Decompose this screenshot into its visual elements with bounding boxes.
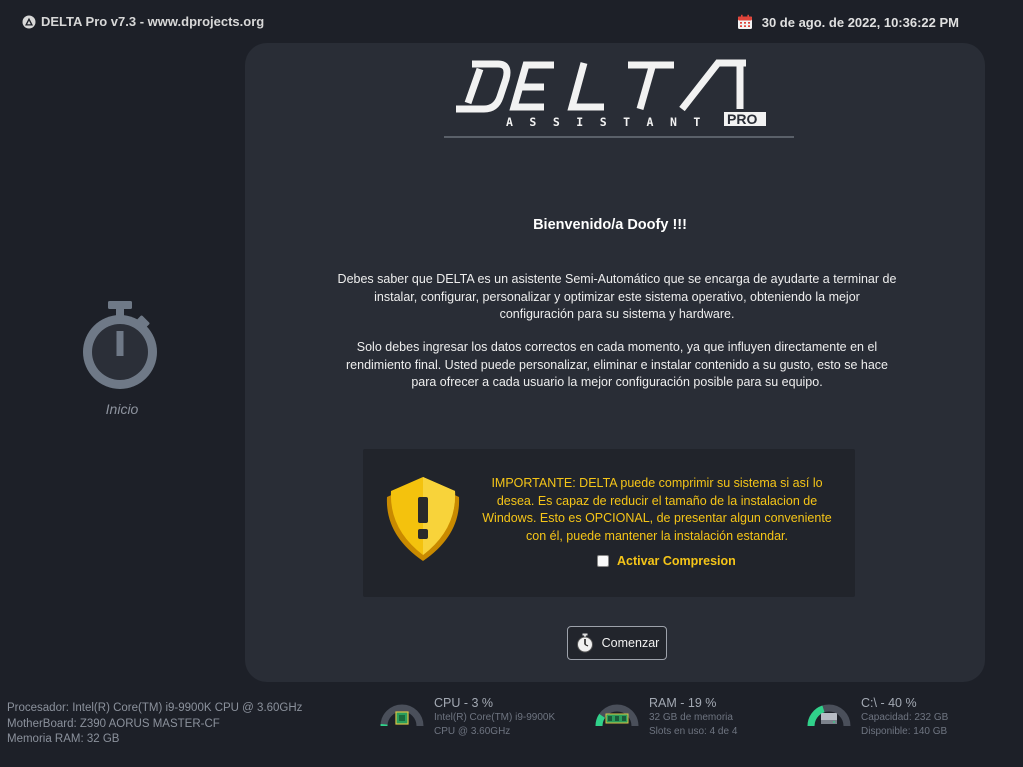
start-button-label: Comenzar <box>601 636 660 650</box>
calendar-icon <box>737 14 752 29</box>
motherboard-info: MotherBoard: Z390 AORUS MASTER-CF <box>7 717 220 730</box>
cpu-gauge-block: CPU - 3 % Intel(R) Core(TM) i9-9900K CPU… <box>378 696 555 738</box>
disk-gauge-line1: Capacidad: 232 GB <box>861 712 949 723</box>
stopwatch-icon <box>83 301 157 389</box>
welcome-heading: Bienvenido/a Doofy !!! <box>533 217 687 233</box>
cpu-gauge <box>378 696 426 736</box>
delta-assistant-pro-logo: ASSISTANT PRO <box>444 59 794 138</box>
processor-info: Procesador: Intel(R) Core(TM) i9-9900K C… <box>7 702 303 714</box>
hard-drive-icon <box>821 713 837 724</box>
compression-checkbox[interactable] <box>597 555 609 567</box>
sidebar-item-label: Inicio <box>105 401 139 417</box>
disk-gauge-title: C:\ - 40 % <box>861 696 917 710</box>
warning-shield-icon <box>386 477 460 561</box>
compression-warning-box: IMPORTANTE: DELTA puede comprimir su sis… <box>363 449 855 597</box>
logo-sub-text: ASSISTANT <box>506 115 717 129</box>
delta-logo-icon <box>22 15 36 28</box>
ram-gauge-line2: Slots en uso: 4 de 4 <box>649 725 738 737</box>
cpu-gauge-title: CPU - 3 % <box>434 696 494 710</box>
disk-gauge <box>805 696 853 736</box>
disk-gauge-block: C:\ - 40 % Capacidad: 232 GB Disponible:… <box>805 696 948 738</box>
system-status-bar: Procesador: Intel(R) Core(TM) i9-9900K C… <box>0 690 1023 767</box>
warning-text: IMPORTANTE: DELTA puede comprimir su sis… <box>482 476 832 543</box>
start-button[interactable]: Comenzar <box>567 626 667 660</box>
ram-module-icon <box>605 713 629 724</box>
intro-paragraph: Debes saber que DELTA es un asistente Se… <box>337 272 897 321</box>
ram-gauge-title: RAM - 19 % <box>649 696 717 710</box>
disk-gauge-line2: Disponible: 140 GB <box>861 725 948 737</box>
app-title-text: DELTA Pro v7.3 - www.dprojects.org <box>41 14 265 29</box>
info-paragraph: Solo debes ingresar los datos correctos … <box>346 340 888 389</box>
compression-toggle[interactable]: Activar Compresion <box>597 554 736 568</box>
logo-badge-text: PRO <box>727 111 757 127</box>
stopwatch-icon <box>576 633 593 653</box>
cpu-gauge-line1: Intel(R) Core(TM) i9-9900K <box>434 712 556 723</box>
cpu-gauge-line2: CPU @ 3.60GHz <box>434 725 511 737</box>
cpu-chip-icon <box>395 711 409 725</box>
ram-gauge-block: RAM - 19 % 32 GB de memoria Slots en uso… <box>593 696 737 738</box>
datetime-text: 30 de ago. de 2022, 10:36:22 PM <box>761 14 959 30</box>
ram-gauge <box>593 696 641 736</box>
main-panel: ASSISTANT PRO Bienvenido/a Doofy !!! Deb… <box>245 43 985 682</box>
datetime-display: 30 de ago. de 2022, 10:36:22 PM <box>737 14 959 30</box>
compression-checkbox-label[interactable]: Activar Compresion <box>617 554 736 568</box>
sidebar: Inicio <box>0 42 244 682</box>
title-bar: DELTA Pro v7.3 - www.dprojects.org 30 de… <box>0 0 1023 42</box>
ram-gauge-line1: 32 GB de memoria <box>649 712 733 723</box>
memory-info: Memoria RAM: 32 GB <box>7 733 120 745</box>
app-title: DELTA Pro v7.3 - www.dprojects.org <box>22 14 264 29</box>
system-info: Procesador: Intel(R) Core(TM) i9-9900K C… <box>7 701 302 748</box>
sidebar-item-inicio[interactable]: Inicio <box>72 298 172 417</box>
